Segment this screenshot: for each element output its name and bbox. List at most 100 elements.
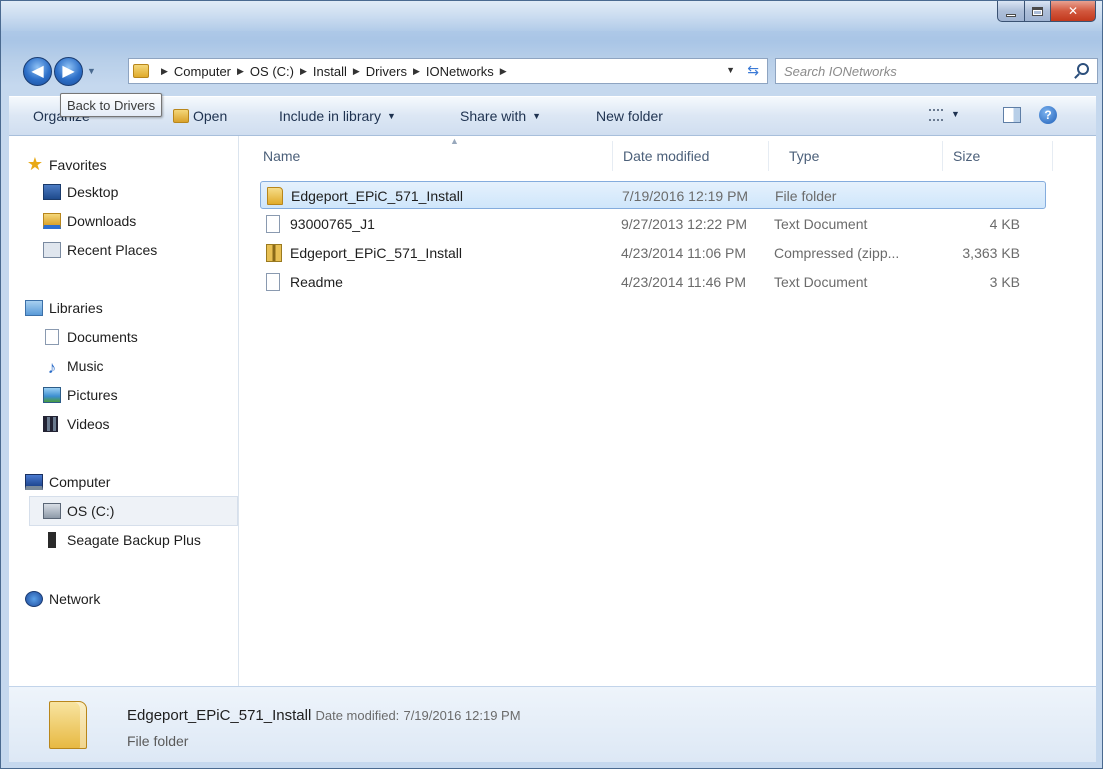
file-row[interactable]: Readme 4/23/2014 11:46 PM Text Document … — [260, 268, 1046, 296]
open-button[interactable]: Open — [173, 108, 227, 124]
file-row[interactable]: 93000765_J1 9/27/2013 12:22 PM Text Docu… — [260, 210, 1046, 238]
sidebar-item-pictures[interactable]: Pictures — [43, 387, 118, 403]
file-date: 4/23/2014 11:46 PM — [621, 274, 747, 290]
file-row[interactable]: Edgeport_EPiC_571_Install 7/19/2016 12:1… — [260, 181, 1046, 209]
sidebar-label: Documents — [67, 329, 138, 345]
search-icon[interactable] — [1077, 63, 1089, 75]
column-header-size[interactable]: Size — [953, 148, 980, 164]
maximize-button[interactable] — [1025, 1, 1051, 22]
recent-pages-dropdown[interactable]: ▼ — [87, 66, 96, 76]
sidebar-label: Libraries — [49, 300, 103, 316]
explorer-window: ✕ ◀ ▶ ▼ ▶ Computer ▶ OS (C:) ▶ Install ▶… — [0, 0, 1103, 769]
close-button[interactable]: ✕ — [1051, 1, 1096, 22]
file-date: 7/19/2016 12:19 PM — [622, 188, 749, 204]
external-drive-icon — [48, 532, 56, 548]
libraries-icon — [25, 300, 43, 316]
folder-icon — [133, 64, 149, 78]
new-folder-label: New folder — [596, 108, 663, 124]
details-title: Edgeport_EPiC_571_Install Date modified:… — [127, 707, 521, 724]
sidebar-item-os-c[interactable]: OS (C:) — [43, 503, 114, 519]
file-list: ▲ Name Date modified Type Size Edgeport_… — [240, 136, 1096, 686]
open-label: Open — [193, 108, 228, 124]
sidebar-item-documents[interactable]: Documents — [43, 329, 138, 345]
text-file-icon — [266, 215, 280, 233]
computer-icon — [25, 474, 43, 490]
column-divider[interactable] — [612, 141, 613, 171]
sidebar-item-desktop[interactable]: Desktop — [43, 184, 118, 200]
sidebar-item-downloads[interactable]: Downloads — [43, 213, 136, 229]
minimize-icon — [1006, 13, 1016, 17]
navigation-bar: ◀ ▶ ▼ ▶ Computer ▶ OS (C:) ▶ Install ▶ D… — [23, 55, 1098, 87]
column-header-date[interactable]: Date modified — [623, 148, 709, 164]
sidebar-item-favorites[interactable]: ★ Favorites — [25, 154, 107, 175]
refresh-icon[interactable]: ⇆ — [747, 62, 759, 79]
forward-arrow-icon: ▶ — [62, 63, 75, 80]
address-bar[interactable]: ▶ Computer ▶ OS (C:) ▶ Install ▶ Drivers… — [128, 58, 768, 84]
sidebar-label: Desktop — [67, 184, 119, 200]
file-row[interactable]: Edgeport_EPiC_571_Install 4/23/2014 11:0… — [260, 239, 1046, 267]
text-file-icon — [266, 273, 280, 291]
chevron-down-icon: ▼ — [386, 111, 396, 121]
column-header-name[interactable]: Name — [263, 148, 300, 164]
chevron-right-icon[interactable]: ▶ — [300, 66, 307, 77]
sidebar-item-recent-places[interactable]: Recent Places — [43, 242, 157, 258]
column-divider[interactable] — [942, 141, 943, 171]
sidebar-item-music[interactable]: ♪ Music — [43, 358, 104, 377]
file-name: Edgeport_EPiC_571_Install — [291, 188, 464, 204]
back-tooltip: Back to Drivers — [60, 93, 163, 117]
breadcrumb-install[interactable]: Install — [313, 64, 347, 79]
breadcrumb-os-c[interactable]: OS (C:) — [250, 64, 294, 79]
search-input[interactable] — [784, 63, 1054, 79]
sidebar-label: Favorites — [49, 156, 107, 173]
new-folder-button[interactable]: New folder — [596, 108, 663, 124]
zip-file-icon — [266, 244, 282, 262]
view-options-dropdown[interactable]: ▼ — [951, 109, 960, 119]
pictures-icon — [43, 387, 61, 403]
back-button[interactable]: ◀ — [23, 56, 52, 86]
details-file-type: File folder — [127, 733, 189, 749]
sidebar-item-network[interactable]: Network — [25, 591, 100, 607]
chevron-right-icon[interactable]: ▶ — [161, 66, 168, 77]
sort-ascending-icon: ▲ — [450, 136, 459, 146]
navigation-pane: ★ Favorites Desktop Downloads Recent Pla… — [9, 136, 239, 686]
sidebar-item-computer[interactable]: Computer — [25, 474, 110, 490]
column-header-type[interactable]: Type — [789, 148, 819, 164]
details-file-name: Edgeport_EPiC_571_Install — [127, 707, 312, 724]
change-view-icon[interactable] — [929, 109, 943, 121]
sidebar-item-libraries[interactable]: Libraries — [25, 300, 103, 316]
details-date-label: Date modified: — [315, 708, 400, 723]
breadcrumb-drivers[interactable]: Drivers — [366, 64, 407, 79]
preview-pane-icon[interactable] — [1003, 107, 1021, 123]
folder-icon — [267, 187, 283, 205]
sidebar-label: Computer — [49, 474, 111, 490]
chevron-right-icon[interactable]: ▶ — [237, 66, 244, 77]
documents-icon — [45, 329, 59, 345]
sidebar-label: Network — [49, 591, 101, 607]
title-bar[interactable] — [1, 1, 1102, 31]
recent-places-icon — [43, 242, 61, 258]
include-in-library-button[interactable]: Include in library ▼ — [279, 108, 396, 124]
breadcrumb-ionetworks[interactable]: IONetworks — [426, 64, 494, 79]
sidebar-label: OS (C:) — [67, 503, 115, 519]
file-type: Compressed (zipp... — [774, 245, 900, 261]
address-history-dropdown[interactable]: ▼ — [726, 65, 735, 75]
share-with-button[interactable]: Share with ▼ — [460, 108, 541, 124]
column-divider[interactable] — [1052, 141, 1053, 171]
forward-button[interactable]: ▶ — [54, 56, 83, 86]
file-type: File folder — [775, 188, 837, 204]
breadcrumb-computer[interactable]: Computer — [174, 64, 231, 79]
sidebar-label: Recent Places — [67, 242, 158, 258]
chevron-right-icon[interactable]: ▶ — [413, 66, 420, 77]
network-icon — [25, 591, 43, 607]
file-size: 3 KB — [989, 274, 1020, 290]
sidebar-item-videos[interactable]: Videos — [43, 416, 110, 432]
chevron-right-icon[interactable]: ▶ — [500, 66, 507, 77]
help-icon[interactable]: ? — [1039, 106, 1057, 124]
chevron-right-icon[interactable]: ▶ — [353, 66, 360, 77]
minimize-button[interactable] — [997, 1, 1025, 22]
file-name: Readme — [290, 274, 343, 290]
file-name: 93000765_J1 — [290, 216, 375, 232]
search-box[interactable] — [775, 58, 1098, 84]
sidebar-item-seagate[interactable]: Seagate Backup Plus — [43, 532, 239, 548]
column-divider[interactable] — [768, 141, 769, 171]
